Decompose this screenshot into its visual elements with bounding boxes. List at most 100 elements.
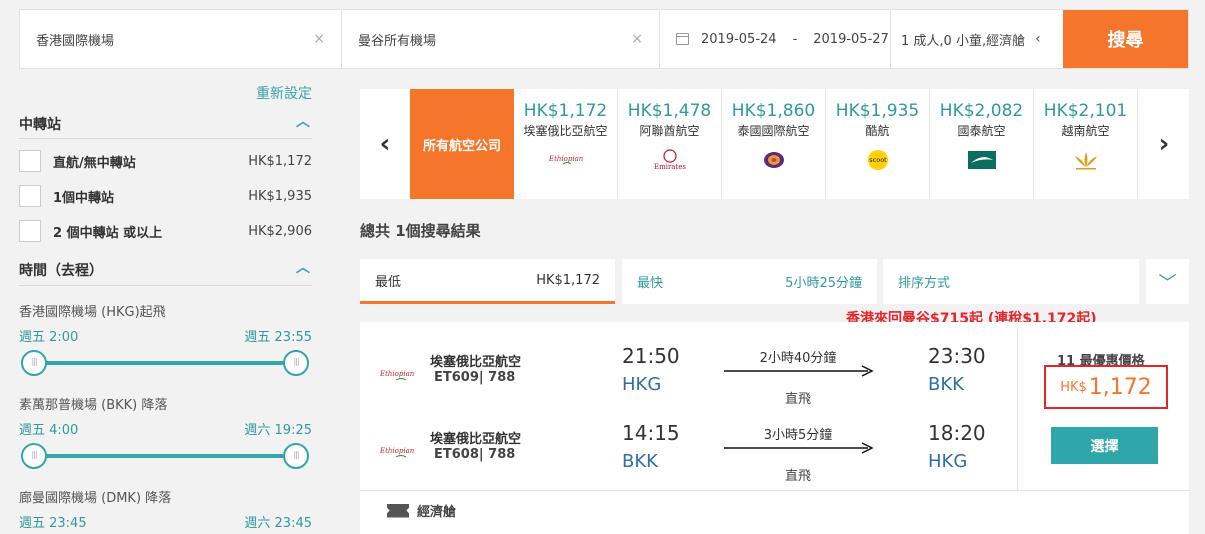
time-range-values: 週五 4:00 週六 19:25 (19, 419, 312, 438)
chevron-up-icon[interactable]: ︿ (296, 111, 310, 131)
airline-option[interactable]: HK$2,082 國泰航空 (930, 89, 1034, 199)
vietnam-airlines-logo-icon (1034, 149, 1137, 171)
chevron-down-icon[interactable]: ﹀ (1146, 259, 1189, 304)
slider-handle-min[interactable] (21, 443, 47, 469)
time-slider[interactable] (21, 441, 309, 471)
airline-price: HK$1,172 (523, 101, 608, 121)
reset-link[interactable]: 重新設定 (256, 83, 312, 103)
chevron-left-icon: ‹ (1035, 31, 1041, 47)
departure-airport: HKG (622, 374, 662, 395)
arrival-time: 18:20 (928, 421, 986, 445)
leg-airline-name: 埃塞俄比亞航空 (430, 355, 522, 370)
sort-cheapest-value: HK$1,172 (536, 272, 600, 288)
slider-handle-min[interactable] (21, 350, 47, 376)
chevron-left-icon[interactable]: ‹ (360, 89, 410, 199)
time-min: 週五 4:00 (19, 423, 79, 438)
scoot-logo-text: scoot (869, 156, 887, 164)
stop-option-two-plus[interactable]: 2 個中轉站 或以上 HK$2,906 (19, 219, 312, 243)
leg-flight-number: ET608| 788 (434, 447, 516, 462)
stop-option-one-stop[interactable]: 1個中轉站 HK$1,935 (19, 184, 312, 208)
divider (1017, 330, 1018, 490)
arrival-airport: HKG (928, 451, 968, 472)
slider-handle-max[interactable] (283, 350, 309, 376)
cabin-info: 經濟艙 (360, 490, 1189, 530)
airline-option[interactable]: HK$2,101 越南航空 (1034, 89, 1138, 199)
divider (19, 285, 312, 286)
arrival-time: 23:30 (928, 344, 986, 368)
passenger-field[interactable]: 1 成人,0 小童,經濟艙 ‹ (891, 10, 1063, 68)
divider (19, 138, 312, 139)
destination-field[interactable]: 曼谷所有機場 × (342, 10, 660, 68)
date-field[interactable]: 2019-05-24 - 2019-05-27 (660, 10, 891, 68)
checkbox[interactable] (19, 150, 41, 172)
stop-option-nonstop[interactable]: 直航/無中轉站 HK$1,172 (19, 149, 312, 173)
slider-handle-max[interactable] (283, 443, 309, 469)
checkbox[interactable] (19, 220, 41, 242)
destination-value: 曼谷所有機場 (358, 33, 437, 49)
sort-cheapest-tab[interactable]: 最低 HK$1,172 (360, 259, 615, 304)
outbound-leg: Ethiopian 埃塞俄比亞航空 ET609| 788 21:50 HKG 2… (360, 344, 1017, 414)
time-filter-title: 時間（去程） (19, 263, 103, 279)
airline-price: HK$2,082 (939, 101, 1024, 121)
time-min: 週五 23:45 (19, 516, 87, 531)
sort-fastest-tab[interactable]: 最快 5小時25分鐘 (622, 259, 877, 304)
time-slider[interactable] (21, 348, 309, 378)
cabin-class: 經濟艙 (417, 505, 457, 520)
chevron-right-icon[interactable]: › (1139, 89, 1189, 199)
chevron-up-icon[interactable]: ︿ (296, 257, 310, 277)
checkbox[interactable] (19, 185, 41, 207)
select-button[interactable]: 選擇 (1051, 427, 1158, 464)
stops-info: 直飛 (784, 392, 811, 407)
ethiopian-logo-text: Ethiopian (380, 447, 415, 455)
ethiopian-logo-icon: Ethiopian (379, 444, 420, 463)
airline-filter-strip: ‹ 所有航空公司 HK$1,172 埃塞俄比亞航空 Ethiopian HK$1… (360, 89, 1189, 199)
leg-airline-name: 埃塞俄比亞航空 (430, 432, 522, 447)
airline-option[interactable]: HK$1,935 酷航 scoot (826, 89, 930, 199)
time-filter-label: 香港國際機場 (HKG)起飛 (19, 305, 166, 320)
airline-price: HK$2,101 (1043, 101, 1128, 121)
stop-option-label: 2 個中轉站 或以上 (53, 225, 163, 241)
ethiopian-logo-text: Ethiopian (380, 370, 415, 378)
airline-name: 酷航 (865, 124, 890, 138)
arrow-right-icon (724, 365, 874, 377)
stop-option-price: HK$1,935 (248, 188, 312, 204)
flight-duration: 2小時40分鐘 (759, 351, 837, 366)
sort-by-tab[interactable]: 排序方式 (883, 259, 1139, 304)
origin-value: 香港國際機場 (36, 33, 115, 49)
stops-filter-title: 中轉站 (19, 117, 61, 133)
clear-destination-icon[interactable]: × (631, 31, 643, 47)
stops-filter-heading[interactable]: 中轉站 ︿ (19, 114, 312, 134)
sort-fastest-label: 最快 (637, 276, 664, 291)
airline-option[interactable]: HK$1,172 埃塞俄比亞航空 Ethiopian (514, 89, 618, 199)
airline-option[interactable]: HK$1,860 泰國國際航空 (722, 89, 826, 199)
time-range-values: 週五 23:45 週六 23:45 (19, 512, 312, 531)
time-filter-heading[interactable]: 時間（去程） ︿ (19, 260, 312, 280)
sort-by-label: 排序方式 (898, 276, 951, 291)
sort-cheapest-label: 最低 (375, 274, 402, 290)
slider-track (33, 361, 297, 365)
date-separator: - (792, 31, 798, 47)
stop-option-price: HK$1,172 (248, 153, 312, 169)
airline-name: 越南航空 (1061, 124, 1110, 138)
flight-result-card: Ethiopian 埃塞俄比亞航空 ET609| 788 21:50 HKG 2… (360, 322, 1189, 534)
departure-airport: BKK (622, 451, 658, 472)
airline-name: 國泰航空 (957, 124, 1006, 138)
slider-track (33, 454, 297, 458)
price-amount: 1,172 (1088, 374, 1152, 400)
clear-origin-icon[interactable]: × (313, 31, 325, 47)
price-display: HK$ 1,172 (1044, 365, 1168, 409)
cathay-logo-icon (930, 149, 1033, 171)
search-button[interactable]: 搜尋 (1063, 10, 1188, 68)
all-airlines-tab[interactable]: 所有航空公司 (410, 89, 514, 199)
ethiopian-logo-icon: Ethiopian (379, 367, 420, 386)
airline-price: HK$1,935 (835, 101, 920, 121)
thai-airways-logo-icon (722, 149, 825, 171)
airline-name: 阿聯酋航空 (639, 124, 700, 138)
arrival-airport: BKK (928, 374, 964, 395)
depart-date: 2019-05-24 (701, 31, 777, 47)
airline-option[interactable]: HK$1,478 阿聯酋航空 Emirates (618, 89, 722, 199)
scoot-logo-icon: scoot (826, 149, 929, 171)
leg-flight-number: ET609| 788 (434, 370, 516, 385)
origin-field[interactable]: 香港國際機場 × (20, 10, 342, 68)
return-leg: Ethiopian 埃塞俄比亞航空 ET608| 788 14:15 BKK 3… (360, 421, 1017, 491)
